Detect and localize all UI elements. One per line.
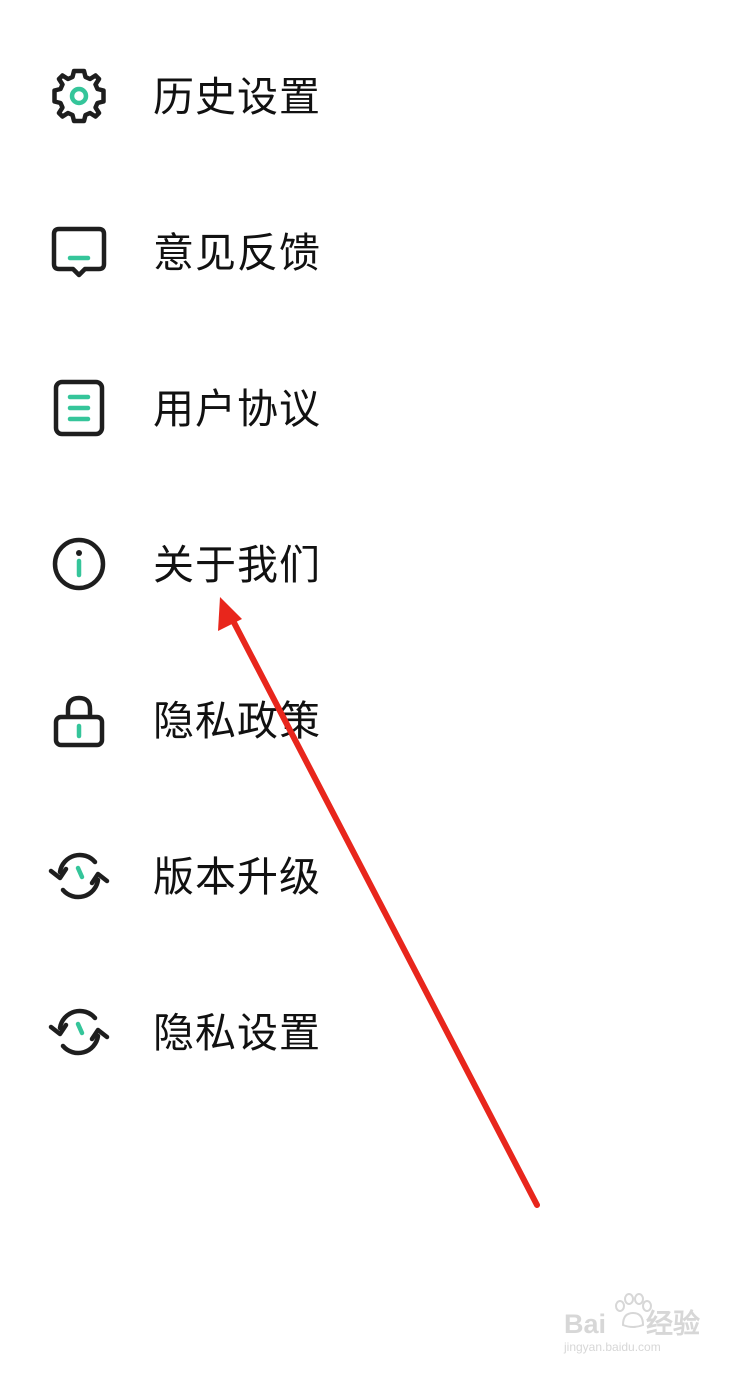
gear-icon	[48, 65, 110, 127]
menu-item-label: 隐私政策	[153, 697, 321, 745]
menu-item-about-us[interactable]: 关于我们	[0, 508, 734, 618]
feedback-icon	[48, 221, 110, 283]
menu-item-label: 用户协议	[153, 385, 321, 433]
baidu-jingyan-watermark: Bai 经验 jingyan.baidu.com	[560, 1293, 701, 1360]
menu-item-label: 关于我们	[153, 541, 321, 589]
menu-item-history-settings[interactable]: 历史设置	[0, 40, 734, 150]
menu-item-label: 版本升级	[153, 853, 321, 901]
refresh-icon	[48, 845, 110, 907]
paw-icon	[615, 1293, 652, 1328]
watermark-url: jingyan.baidu.com	[564, 1340, 661, 1354]
menu-item-label: 隐私设置	[153, 1009, 321, 1057]
menu-item-label: 历史设置	[153, 73, 321, 121]
menu-item-privacy-policy[interactable]: 隐私政策	[0, 664, 734, 774]
watermark-brand: Bai 经验	[564, 1309, 701, 1339]
menu-item-label: 意见反馈	[153, 229, 321, 277]
info-icon	[48, 533, 110, 595]
menu-item-version-upgrade[interactable]: 版本升级	[0, 820, 734, 930]
menu-item-privacy-settings[interactable]: 隐私设置	[0, 976, 734, 1086]
menu-item-user-agreement[interactable]: 用户协议	[0, 352, 734, 462]
document-icon	[48, 377, 110, 439]
lock-icon	[48, 689, 110, 751]
menu-item-feedback[interactable]: 意见反馈	[0, 196, 734, 306]
refresh-icon	[48, 1001, 110, 1063]
